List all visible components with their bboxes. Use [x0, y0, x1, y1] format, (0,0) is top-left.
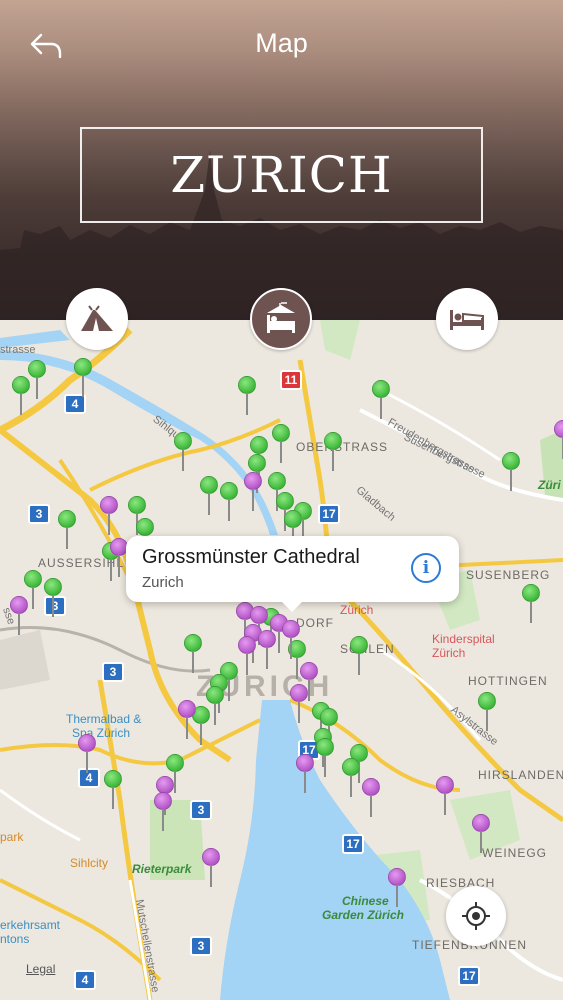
- map-pin-green[interactable]: [372, 380, 390, 420]
- map-label: strasse: [0, 344, 36, 356]
- map-pin-green[interactable]: [28, 360, 46, 400]
- category-attractions-button[interactable]: [250, 288, 312, 350]
- map-pin-purple[interactable]: [244, 472, 262, 512]
- map-label: Chinese: [342, 894, 389, 908]
- bed-icon: [450, 310, 484, 330]
- map-pin-green[interactable]: [238, 376, 256, 416]
- nav-title: Map: [255, 28, 308, 58]
- map-pin-green[interactable]: [184, 634, 202, 674]
- map-label: erkehrsamt: [0, 918, 61, 932]
- map-label: Zürich: [432, 646, 466, 660]
- map-pin-green[interactable]: [44, 578, 62, 618]
- map-label: Rieterpark: [132, 862, 192, 876]
- route-shield: 11: [280, 370, 302, 390]
- map-pin-purple[interactable]: [154, 792, 172, 832]
- map-label: SUSENBERG: [466, 568, 551, 582]
- map-pin-purple[interactable]: [472, 814, 490, 854]
- map-label: Züri: [538, 478, 561, 492]
- sightseeing-icon: [267, 302, 295, 333]
- map-pin-green[interactable]: [174, 432, 192, 472]
- category-camping-button[interactable]: [66, 288, 128, 350]
- map-pin-green[interactable]: [12, 376, 30, 416]
- map-pin-purple[interactable]: [258, 630, 276, 670]
- map-pin-green[interactable]: [58, 510, 76, 550]
- map-label: Sihlcity: [70, 856, 109, 870]
- info-icon: i: [422, 558, 430, 578]
- map-pin-green[interactable]: [104, 770, 122, 810]
- map-pin-purple[interactable]: [296, 754, 314, 794]
- map-pin-purple[interactable]: [202, 848, 220, 888]
- map-pin-green[interactable]: [324, 432, 342, 472]
- locate-me-button[interactable]: [446, 886, 506, 946]
- map-pin-purple[interactable]: [290, 684, 308, 724]
- map-pin-purple[interactable]: [436, 776, 454, 816]
- map-pin-purple[interactable]: [282, 620, 300, 660]
- map-pin-green[interactable]: [342, 758, 360, 798]
- map-pin-purple[interactable]: [554, 420, 563, 460]
- map-pin-purple[interactable]: [78, 734, 96, 774]
- legal-link[interactable]: Legal: [26, 962, 55, 976]
- map-pin-purple[interactable]: [388, 868, 406, 908]
- route-shield: 3: [190, 936, 212, 956]
- map-label: ntons: [0, 932, 30, 946]
- map-pin-green[interactable]: [350, 636, 368, 676]
- map-label: Zürich: [340, 603, 374, 617]
- map-pin-purple[interactable]: [10, 596, 28, 636]
- map-pin-green[interactable]: [74, 358, 92, 398]
- map-pin-purple[interactable]: [178, 700, 196, 740]
- callout-subtitle: Zurich: [142, 574, 184, 591]
- info-button[interactable]: i: [411, 553, 441, 583]
- map-pin-green[interactable]: [478, 692, 496, 732]
- map-label: HOTTINGEN: [468, 674, 548, 688]
- map-pin-purple[interactable]: [362, 778, 380, 818]
- route-shield: 3: [28, 504, 50, 524]
- map-pin-purple[interactable]: [100, 496, 118, 536]
- route-shield: 4: [74, 970, 96, 990]
- tent-icon: [81, 305, 113, 331]
- map-label: DORF: [296, 616, 334, 630]
- city-name: ZURICH: [170, 146, 393, 204]
- map-pin-green[interactable]: [272, 424, 290, 464]
- callout-title: Grossmünster Cathedral: [142, 546, 360, 568]
- locate-crosshair-icon: [462, 902, 490, 930]
- map-label: Kinderspital: [432, 632, 495, 646]
- map-pin-green[interactable]: [200, 476, 218, 516]
- header: Map ZURICH: [0, 0, 563, 320]
- map-label: WEINEGG: [482, 846, 548, 860]
- map-pin-green[interactable]: [316, 738, 334, 778]
- route-shield: 3: [102, 662, 124, 682]
- map-pin-green[interactable]: [522, 584, 540, 624]
- route-shield: 17: [318, 504, 340, 524]
- map-label: HIRSLANDEN: [478, 768, 563, 782]
- route-shield: 17: [342, 834, 364, 854]
- map-pin-purple[interactable]: [238, 636, 256, 676]
- city-title-box: ZURICH: [80, 127, 483, 223]
- route-shield: 3: [190, 800, 212, 820]
- map-pin-green[interactable]: [220, 482, 238, 522]
- map-label: Garden Zürich: [322, 908, 405, 922]
- map-label: Thermalbad &: [66, 712, 142, 726]
- route-shield: 17: [458, 966, 480, 986]
- place-callout[interactable]: Grossmünster Cathedral Zurich i: [126, 536, 459, 612]
- map-pin-green[interactable]: [502, 452, 520, 492]
- map-label: OBERSTRASS: [296, 440, 389, 454]
- category-hotels-button[interactable]: [436, 288, 498, 350]
- map-label: park: [0, 830, 24, 844]
